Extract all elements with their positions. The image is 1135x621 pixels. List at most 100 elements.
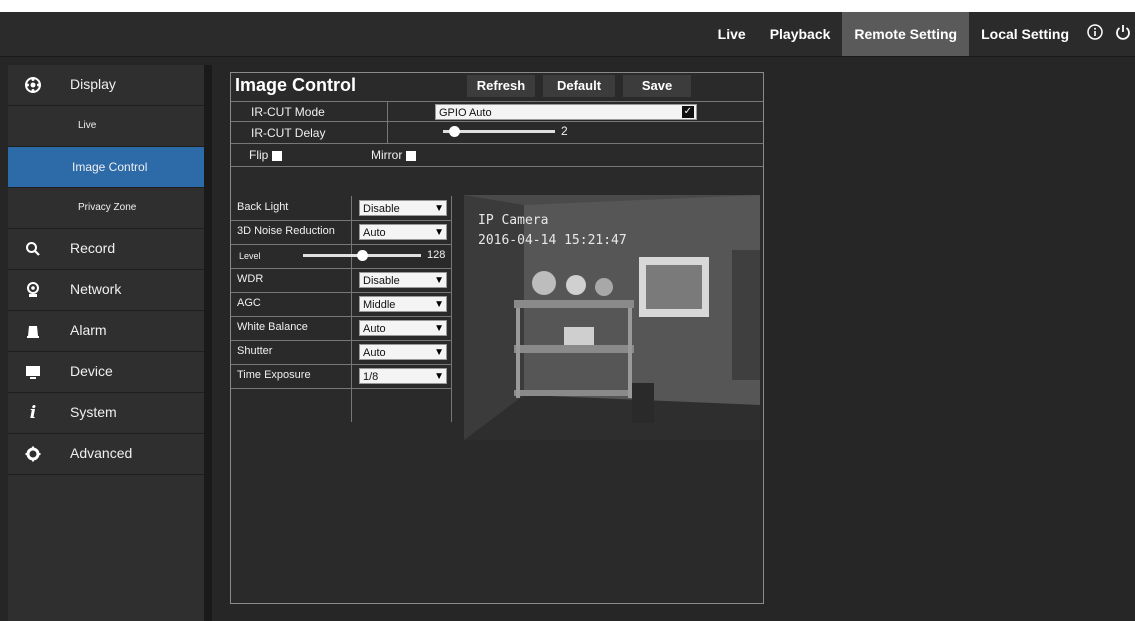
camera-name-overlay: IP Camera <box>478 213 549 228</box>
page-title: Image Control <box>235 75 357 95</box>
ircut-mode-row: IR-CUT Mode GPIO Auto ✓ <box>231 101 763 122</box>
backlight-select[interactable]: Disable ▼ <box>359 200 447 216</box>
ircut-delay-row: IR-CUT Delay 2 <box>231 121 763 144</box>
sidebar-item-label: System <box>70 404 117 420</box>
nav-live[interactable]: Live <box>706 12 758 56</box>
camera-preview: IP Camera 2016-04-14 15:21:47 <box>464 195 760 440</box>
level-slider-handle[interactable] <box>357 250 368 261</box>
network-icon <box>24 281 42 299</box>
info-icon: i <box>29 403 37 423</box>
chevron-down-icon: ▼ <box>434 299 444 310</box>
ircut-mode-select[interactable]: GPIO Auto ✓ <box>435 104 697 120</box>
info-icon[interactable] <box>1087 23 1103 45</box>
default-button[interactable]: Default <box>543 75 615 97</box>
search-icon <box>24 240 42 258</box>
time-exposure-select[interactable]: 1/8 ▼ <box>359 368 447 384</box>
noise-reduction-value: Auto <box>363 227 386 239</box>
chevron-down-icon: ▼ <box>434 275 444 286</box>
sidebar-item-display[interactable]: Display <box>8 65 204 106</box>
noise-reduction-label: 3D Noise Reduction <box>237 225 335 237</box>
level-row: Level 128 <box>231 244 451 269</box>
time-exposure-row: Time Exposure 1/8 ▼ <box>231 364 451 389</box>
top-bar: Live Playback Remote Setting Local Setti… <box>0 12 1135 57</box>
top-nav: Live Playback Remote Setting Local Setti… <box>706 12 1135 56</box>
time-exposure-value: 1/8 <box>363 371 379 383</box>
wdr-label: WDR <box>237 273 264 285</box>
sidebar-item-device[interactable]: Device <box>8 352 204 393</box>
noise-reduction-select[interactable]: Auto ▼ <box>359 224 447 240</box>
shutter-label: Shutter <box>237 345 273 357</box>
backlight-value: Disable <box>363 203 400 215</box>
ircut-mode-value: GPIO Auto <box>439 107 492 119</box>
sidebar-item-system[interactable]: i System <box>8 393 204 434</box>
shutter-value: Auto <box>363 347 386 359</box>
app-window: Live Playback Remote Setting Local Setti… <box>0 12 1135 621</box>
white-balance-row: White Balance Auto ▼ <box>231 316 451 341</box>
white-balance-label: White Balance <box>237 321 308 333</box>
wdr-value: Disable <box>363 275 400 287</box>
flip-option: Flip <box>249 148 283 162</box>
settings-table: Back Light Disable ▼ 3D Noise Reduction A… <box>231 196 452 422</box>
sidebar: Display Live Image Control Privacy Zone … <box>8 65 204 621</box>
agc-value: Middle <box>363 299 396 311</box>
image-control-panel: Image Control Refresh Default Save IR-CU… <box>230 72 764 604</box>
sidebar-sub-privacy-zone[interactable]: Privacy Zone <box>8 188 204 229</box>
power-icon[interactable] <box>1115 24 1131 45</box>
mirror-label: Mirror <box>371 148 403 162</box>
save-button[interactable]: Save <box>623 75 691 97</box>
alarm-icon <box>24 322 42 340</box>
display-icon <box>24 76 42 94</box>
nav-local-setting[interactable]: Local Setting <box>969 12 1081 56</box>
sidebar-sub-image-control[interactable]: Image Control <box>8 147 204 188</box>
time-exposure-label: Time Exposure <box>237 369 311 381</box>
backlight-label: Back Light <box>237 201 289 213</box>
level-label: Level <box>239 251 261 261</box>
backlight-row: Back Light Disable ▼ <box>231 196 451 221</box>
noise-reduction-row: 3D Noise Reduction Auto ▼ <box>231 220 451 245</box>
ircut-delay-label: IR-CUT Delay <box>251 126 326 140</box>
sidebar-item-alarm[interactable]: Alarm <box>8 311 204 352</box>
wdr-row: WDR Disable ▼ <box>231 268 451 293</box>
chevron-down-icon: ▼ <box>434 203 444 214</box>
flip-checkbox[interactable] <box>272 150 283 161</box>
timestamp-overlay: 2016-04-14 15:21:47 <box>478 233 627 248</box>
camera-preview-image <box>464 195 760 440</box>
refresh-button[interactable]: Refresh <box>467 75 535 97</box>
chevron-down-icon: ✓ <box>681 106 694 118</box>
sidebar-item-label: Device <box>70 363 113 379</box>
chevron-down-icon: ▼ <box>434 227 444 238</box>
flip-mirror-row: Flip Mirror <box>231 143 763 167</box>
ircut-delay-slider-handle[interactable] <box>449 126 461 137</box>
monitor-icon <box>24 363 42 381</box>
wdr-select[interactable]: Disable ▼ <box>359 272 447 288</box>
gear-icon <box>24 445 42 463</box>
sidebar-sub-live[interactable]: Live <box>8 106 204 147</box>
agc-select[interactable]: Middle ▼ <box>359 296 447 312</box>
ircut-mode-label: IR-CUT Mode <box>251 105 325 119</box>
shutter-select[interactable]: Auto ▼ <box>359 344 447 360</box>
sidebar-item-label: Alarm <box>70 322 107 338</box>
flip-label: Flip <box>249 148 269 162</box>
sidebar-item-label: Display <box>70 76 116 92</box>
sidebar-item-record[interactable]: Record <box>8 229 204 270</box>
mirror-checkbox[interactable] <box>406 150 417 161</box>
nav-playback[interactable]: Playback <box>758 12 843 56</box>
ircut-delay-value: 2 <box>561 124 568 138</box>
sidebar-item-label: Network <box>70 281 122 297</box>
agc-row: AGC Middle ▼ <box>231 292 451 317</box>
chevron-down-icon: ▼ <box>434 371 444 382</box>
sidebar-item-label: Record <box>70 240 116 256</box>
sidebar-divider <box>204 65 212 621</box>
chevron-down-icon: ▼ <box>434 347 444 358</box>
shutter-row: Shutter Auto ▼ <box>231 340 451 365</box>
agc-label: AGC <box>237 297 261 309</box>
level-value: 128 <box>427 249 446 261</box>
white-balance-value: Auto <box>363 323 386 335</box>
mirror-option: Mirror <box>371 148 417 162</box>
nav-remote-setting[interactable]: Remote Setting <box>842 12 970 56</box>
sidebar-item-network[interactable]: Network <box>8 270 204 311</box>
white-balance-select[interactable]: Auto ▼ <box>359 320 447 336</box>
sidebar-item-label: Advanced <box>70 445 133 461</box>
sidebar-item-advanced[interactable]: Advanced <box>8 434 204 475</box>
chevron-down-icon: ▼ <box>434 323 444 334</box>
